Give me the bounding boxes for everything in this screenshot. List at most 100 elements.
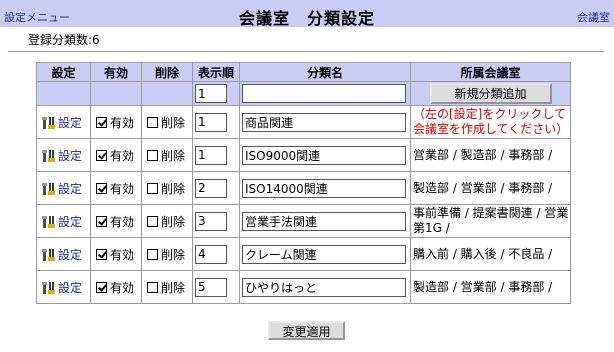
rooms-cell: 購入前 / 購入後 / 不良品 / bbox=[410, 237, 571, 271]
header-settings: 設定 bbox=[36, 62, 91, 82]
category-name-input[interactable] bbox=[242, 277, 406, 297]
delete-label: 削除 bbox=[161, 181, 186, 196]
settings-link[interactable]: 設定 bbox=[58, 149, 82, 163]
delete-label: 削除 bbox=[161, 148, 186, 163]
enabled-checkbox[interactable] bbox=[96, 149, 107, 161]
page-title: 会議室 分類設定 bbox=[238, 9, 375, 28]
enabled-checkbox[interactable] bbox=[96, 116, 107, 128]
name-cell bbox=[239, 105, 411, 139]
table-row: 設定 有効 削除 製造部 / 営業部 / 事務部 / bbox=[36, 171, 571, 205]
display-order-input[interactable] bbox=[195, 178, 227, 198]
order-cell bbox=[192, 204, 240, 238]
enabled-checkbox[interactable] bbox=[96, 215, 107, 227]
enabled-label: 有効 bbox=[110, 247, 135, 262]
add-category-button[interactable]: 新規分類追加 bbox=[429, 83, 552, 104]
settings-cell: 設定 bbox=[36, 171, 91, 205]
header-delete: 削除 bbox=[141, 62, 193, 82]
settings-link[interactable]: 設定 bbox=[58, 182, 82, 196]
delete-cell: 削除 bbox=[141, 105, 193, 139]
add-row-empty bbox=[36, 81, 91, 106]
enabled-label: 有効 bbox=[110, 115, 135, 130]
order-cell bbox=[192, 138, 240, 172]
name-cell bbox=[239, 270, 411, 304]
enabled-cell: 有効 bbox=[90, 105, 142, 139]
settings-link[interactable]: 設定 bbox=[58, 116, 82, 130]
category-name-input[interactable] bbox=[242, 112, 406, 132]
enabled-cell: 有効 bbox=[90, 237, 142, 271]
delete-cell: 削除 bbox=[141, 270, 193, 304]
tools-icon[interactable] bbox=[42, 116, 55, 129]
settings-cell: 設定 bbox=[36, 138, 91, 172]
top-bar: 設定メニュー 会議室 分類設定 会議室 bbox=[0, 0, 614, 28]
delete-checkbox[interactable] bbox=[147, 116, 158, 128]
tools-icon[interactable] bbox=[42, 149, 55, 162]
rooms-cell: （左の[設定]をクリックして会議室を作成してください） bbox=[410, 105, 571, 139]
name-cell bbox=[239, 204, 411, 238]
delete-checkbox[interactable] bbox=[147, 215, 158, 227]
settings-link[interactable]: 設定 bbox=[58, 215, 82, 229]
display-order-input[interactable] bbox=[195, 277, 227, 297]
tools-icon[interactable] bbox=[42, 215, 55, 228]
tools-icon[interactable] bbox=[42, 281, 55, 294]
display-order-input[interactable] bbox=[195, 244, 227, 264]
delete-checkbox[interactable] bbox=[147, 149, 158, 161]
delete-label: 削除 bbox=[161, 247, 186, 262]
add-row-empty bbox=[141, 81, 193, 106]
settings-link[interactable]: 設定 bbox=[58, 248, 82, 262]
delete-cell: 削除 bbox=[141, 204, 193, 238]
category-name-input[interactable] bbox=[242, 145, 406, 165]
delete-checkbox[interactable] bbox=[147, 182, 158, 194]
tools-icon[interactable] bbox=[42, 248, 55, 261]
rooms-cell: 事前準備 / 提案書関連 / 営業第1G / bbox=[410, 204, 571, 238]
delete-checkbox[interactable] bbox=[147, 248, 158, 260]
rooms-cell: 製造部 / 営業部 / 事務部 / bbox=[410, 171, 571, 205]
settings-cell: 設定 bbox=[36, 105, 91, 139]
delete-label: 削除 bbox=[161, 280, 186, 295]
enabled-checkbox[interactable] bbox=[96, 281, 107, 293]
delete-cell: 削除 bbox=[141, 171, 193, 205]
table-row: 設定 有効 削除 購入前 / 購入後 / 不良品 / bbox=[36, 237, 571, 271]
enabled-checkbox[interactable] bbox=[96, 182, 107, 194]
delete-checkbox[interactable] bbox=[147, 281, 158, 293]
enabled-cell: 有効 bbox=[90, 204, 142, 238]
rooms-cell: 製造部 / 営業部 / 事務部 / bbox=[410, 270, 571, 304]
table-row: 設定 有効 削除 事前準備 / 提案書関連 / 営業第1G / bbox=[36, 204, 571, 238]
enabled-label: 有効 bbox=[110, 214, 135, 229]
enabled-label: 有効 bbox=[110, 181, 135, 196]
settings-cell: 設定 bbox=[36, 270, 91, 304]
enabled-cell: 有効 bbox=[90, 270, 142, 304]
order-cell bbox=[192, 105, 240, 139]
meeting-room-link[interactable]: 会議室 bbox=[577, 9, 610, 25]
enabled-label: 有効 bbox=[110, 148, 135, 163]
add-row-empty bbox=[90, 81, 142, 106]
order-cell bbox=[192, 171, 240, 205]
category-name-input[interactable] bbox=[242, 178, 406, 198]
category-name-input[interactable] bbox=[242, 211, 406, 231]
table-header-row: 設定 有効 削除 表示順 分類名 所属会議室 bbox=[36, 62, 571, 82]
settings-link[interactable]: 設定 bbox=[58, 281, 82, 295]
name-cell bbox=[239, 171, 411, 205]
new-category-name-input[interactable] bbox=[242, 84, 406, 103]
settings-cell: 設定 bbox=[36, 204, 91, 238]
apply-changes-button[interactable]: 変更適用 bbox=[268, 321, 345, 340]
tools-icon[interactable] bbox=[42, 182, 55, 195]
display-order-input[interactable] bbox=[195, 211, 227, 231]
header-display-order: 表示順 bbox=[192, 62, 240, 82]
header-rooms: 所属会議室 bbox=[410, 62, 571, 82]
table-row: 設定 有効 削除 製造部 / 営業部 / 事務部 / bbox=[36, 270, 571, 304]
enabled-checkbox[interactable] bbox=[96, 248, 107, 260]
new-order-input[interactable] bbox=[195, 84, 227, 103]
table-row: 設定 有効 削除 （左の[設定]をクリックして会議室を作成してください） bbox=[36, 105, 571, 139]
category-table: 設定 有効 削除 表示順 分類名 所属会議室 新規分類追加 設定有効削除（左の[… bbox=[36, 62, 571, 304]
add-row-name-cell bbox=[239, 81, 411, 106]
name-cell bbox=[239, 237, 411, 271]
display-order-input[interactable] bbox=[195, 112, 227, 132]
enabled-label: 有効 bbox=[110, 280, 135, 295]
rooms-cell: 営業部 / 製造部 / 事務部 / bbox=[410, 138, 571, 172]
table-row: 設定 有効 削除 営業部 / 製造部 / 事務部 / bbox=[36, 138, 571, 172]
display-order-input[interactable] bbox=[195, 145, 227, 165]
category-name-input[interactable] bbox=[242, 244, 406, 264]
name-cell bbox=[239, 138, 411, 172]
add-row: 新規分類追加 bbox=[36, 81, 571, 106]
enabled-cell: 有効 bbox=[90, 138, 142, 172]
